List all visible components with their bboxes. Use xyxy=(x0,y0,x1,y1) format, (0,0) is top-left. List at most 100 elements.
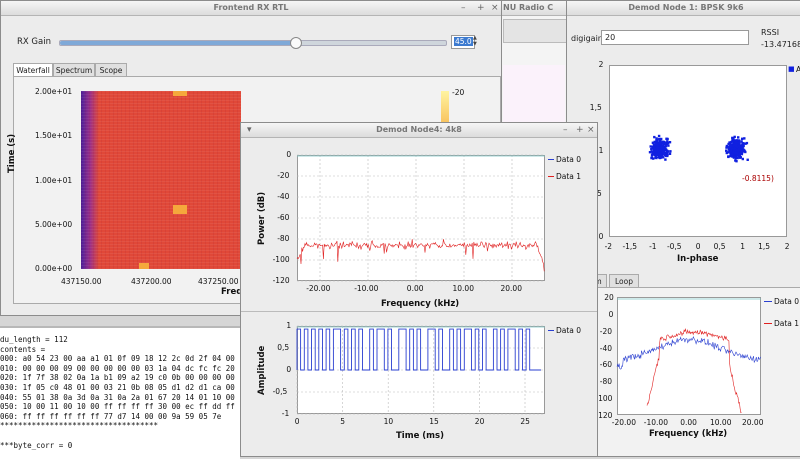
power-x-tick: -20.00 xyxy=(306,284,331,293)
close-icon[interactable]: × xyxy=(491,1,499,15)
constellation-x-tick: 1,5 xyxy=(758,242,771,251)
terminal-panel: du_length = 112 contents = 000: a0 54 23 0… xyxy=(0,326,240,459)
constellation-point xyxy=(663,147,666,151)
amplitude-y-tick: 1 xyxy=(286,321,292,330)
constellation-point xyxy=(736,149,740,152)
amplitude-y-tick: -0,5 xyxy=(272,387,288,396)
maximize-icon[interactable]: + xyxy=(477,1,485,15)
bpsk-spectrum-x-tick: -20.00 xyxy=(611,418,636,427)
amplitude-y-tick: -1 xyxy=(281,409,290,418)
constellation-x-tick: -1,5 xyxy=(622,242,638,251)
constellation-point xyxy=(650,153,654,157)
waterfall-ytick: 0.00e+00 xyxy=(35,264,73,273)
constellation-x-tick: 0 xyxy=(695,242,701,251)
bpsk-spectrum-y-tick: -60 xyxy=(599,360,613,370)
constellation-point xyxy=(666,153,669,156)
terminal-line: 060: ff ff ff ff ff ff 77 d7 14 00 00 9a… xyxy=(0,411,222,421)
spin-arrows[interactable]: ▲ ▼ xyxy=(473,35,481,47)
waterfall-xtick: 437250.00 xyxy=(198,277,239,286)
constellation-point xyxy=(740,151,744,154)
rx-gain-spinbox[interactable]: 45.0 xyxy=(451,35,475,49)
close-icon[interactable]: × xyxy=(587,123,595,137)
constellation-point xyxy=(725,151,728,155)
demod4-title: Demod Node4: 4k8 xyxy=(241,123,597,138)
constellation-point xyxy=(668,152,672,155)
bpsk-spectrum-xlabel: Frequency (kHz) xyxy=(649,429,728,439)
power-y-tick: -20 xyxy=(277,171,290,180)
terminal-line: 030: 1f 05 c0 48 01 00 03 21 0b 08 05 d1… xyxy=(0,382,235,392)
constellation-point xyxy=(738,156,742,159)
amplitude-x-tick: 0 xyxy=(294,417,300,426)
amplitude-y-tick: 0 xyxy=(286,365,292,374)
power-x-tick: 20.00 xyxy=(500,284,522,293)
constellation-point xyxy=(744,150,747,154)
amplitude-y-tick: 0,5 xyxy=(277,343,290,352)
constellation-x-tick: 2 xyxy=(784,242,790,251)
demod4-window: Demod Node4: 4k8 – + × ▾ 0 -20 -40 -60 -80 -1… xyxy=(240,122,598,457)
data1-trace xyxy=(646,328,742,414)
constellation-point xyxy=(657,141,660,145)
bpsk-window: Demod Node 1: BPSK 9k6 digigain: 20 RSSI… xyxy=(566,0,800,457)
bpsk-title: Demod Node 1: BPSK 9k6 xyxy=(567,1,800,16)
power-y-tick: -60 xyxy=(277,213,290,222)
power-traces xyxy=(296,154,545,282)
constellation-point xyxy=(725,149,728,152)
constellation-point xyxy=(655,137,658,140)
rx-gain-value[interactable]: 45.0 xyxy=(454,37,473,46)
constellation-point xyxy=(737,139,741,142)
minimize-icon[interactable]: – xyxy=(563,123,568,137)
constellation-point xyxy=(725,146,728,149)
data0-trace xyxy=(296,328,541,371)
constellation-point xyxy=(660,146,663,150)
amplitude-ylabel: Amplitude xyxy=(257,345,267,395)
legend-data0: Data 0 xyxy=(774,297,800,306)
maximize-icon[interactable]: + xyxy=(576,123,584,137)
amplitude-xlabel: Time (ms) xyxy=(396,431,444,441)
constellation-point xyxy=(650,156,653,160)
waterfall-ytick: 5.00e+00 xyxy=(35,220,73,229)
tab-scope[interactable]: Scope xyxy=(95,63,127,76)
constellation-point xyxy=(730,149,733,152)
rx-gain-label: RX Gain xyxy=(17,37,51,47)
constellation-point xyxy=(657,134,661,138)
constellation-points xyxy=(648,134,749,163)
data0-trace xyxy=(616,336,761,370)
terminal-line: contents = xyxy=(0,344,46,354)
amplitude-x-tick: 10 xyxy=(383,417,394,426)
power-y-tick: -100 xyxy=(272,255,290,264)
slider-handle[interactable] xyxy=(290,37,303,49)
amplitude-legend-data0: Data 0 xyxy=(556,326,582,335)
constellation-point xyxy=(729,144,733,148)
constellation-point xyxy=(733,135,736,139)
digigain-value[interactable]: 20 xyxy=(605,33,615,42)
tab-spectrum[interactable]: Spectrum xyxy=(53,63,95,76)
constellation-point xyxy=(733,155,737,159)
bpsk-spectrum-x-tick: 10.00 xyxy=(710,418,732,427)
constellation-point xyxy=(727,155,730,158)
constellation-point xyxy=(653,153,656,157)
terminal-line: du_length = 112 xyxy=(0,335,68,344)
rx-gain-slider[interactable] xyxy=(59,37,447,49)
constellation-x-tick: -0,5 xyxy=(666,242,682,251)
minimize-icon[interactable]: – xyxy=(461,1,466,15)
digigain-input[interactable]: 20 xyxy=(601,30,749,45)
power-y-tick: -80 xyxy=(277,234,290,243)
gnuradio-title: NU Radio C xyxy=(499,1,567,16)
constellation-point xyxy=(653,147,656,151)
rssi-label: RSSI xyxy=(761,28,780,37)
power-x-tick: -10.00 xyxy=(354,284,379,293)
constellation-point xyxy=(737,136,740,139)
amplitude-x-tick: 20 xyxy=(474,417,485,426)
tab-loop[interactable]: Loop xyxy=(609,274,639,287)
constellation-point xyxy=(736,156,739,159)
bpsk-spectrum-x-tick: -10.00 xyxy=(643,418,668,427)
bpsk-spectrum-traces xyxy=(616,298,761,414)
frontend-title: Frontend RX RTL xyxy=(1,1,501,16)
menu-icon[interactable]: ▾ xyxy=(247,123,252,137)
tab-waterfall[interactable]: Waterfall xyxy=(13,63,53,76)
constellation-xlabel: In-phase xyxy=(677,254,719,264)
constellation-point xyxy=(656,146,659,149)
constellation-point xyxy=(653,135,656,139)
waterfall-ytick: 2.00e+01 xyxy=(35,87,73,96)
